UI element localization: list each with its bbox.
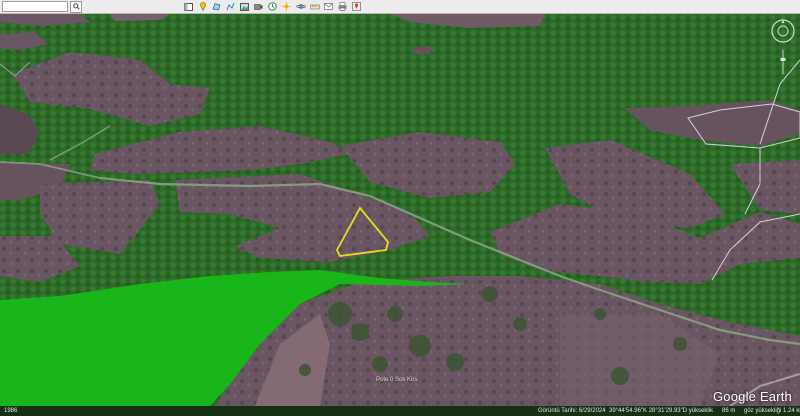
ruler-icon	[309, 4, 320, 9]
placemark-icon	[199, 2, 206, 11]
imagery-date: Görüntü Tarihi: 6/29/2024	[538, 408, 606, 414]
elevation: 86 m	[722, 408, 736, 414]
google-earth-logo: Google Earth	[712, 389, 792, 404]
search-icon	[72, 3, 80, 10]
email-icon	[324, 3, 333, 10]
google-maps-button[interactable]	[350, 1, 363, 13]
path-icon	[226, 2, 235, 11]
historical-imagery-button[interactable]	[266, 1, 279, 13]
google-maps-icon	[352, 2, 361, 11]
tour-icon	[254, 3, 263, 10]
map-place-label: Pote 0 Sok Kirs	[376, 377, 418, 383]
scale-legend: 1986	[4, 408, 18, 414]
coordinates: 39°44'54.96"K 28°31'29.93"D yükseklik	[609, 408, 714, 414]
add-placemark-button[interactable]	[196, 1, 209, 13]
polygon-icon	[212, 3, 221, 11]
ruler-button[interactable]	[308, 1, 321, 13]
email-button[interactable]	[322, 1, 335, 13]
planets-button[interactable]	[294, 1, 307, 13]
sun-icon	[282, 2, 291, 11]
hide-sidebar-icon	[184, 2, 193, 11]
add-path-button[interactable]	[224, 1, 237, 13]
eye-altitude: göz yüksekliği 1.24 km	[744, 408, 800, 414]
map-view[interactable]	[0, 14, 800, 406]
print-button[interactable]	[336, 1, 349, 13]
search-button[interactable]	[70, 0, 82, 13]
sunlight-button[interactable]	[280, 1, 293, 13]
hide-sidebar-button[interactable]	[182, 1, 195, 13]
planets-icon	[295, 3, 306, 10]
zoom-slider[interactable]	[780, 48, 786, 76]
image-overlay-icon	[240, 2, 249, 11]
historical-imagery-icon	[268, 2, 277, 11]
atmosphere-haze	[0, 14, 800, 406]
record-tour-button[interactable]	[252, 1, 265, 13]
print-icon	[338, 2, 347, 11]
add-polygon-button[interactable]	[210, 1, 223, 13]
add-image-overlay-button[interactable]	[238, 1, 251, 13]
compass-control[interactable]	[770, 18, 796, 44]
status-bar: 1986 Görüntü Tarihi: 6/29/2024 39°44'54.…	[0, 406, 800, 416]
toolbar-tools	[182, 1, 363, 13]
search-input[interactable]	[2, 1, 68, 12]
google-earth-window: Pote 0 Sok Kirs Google Earth 1986 Görünt…	[0, 0, 800, 416]
toolbar	[0, 0, 800, 14]
